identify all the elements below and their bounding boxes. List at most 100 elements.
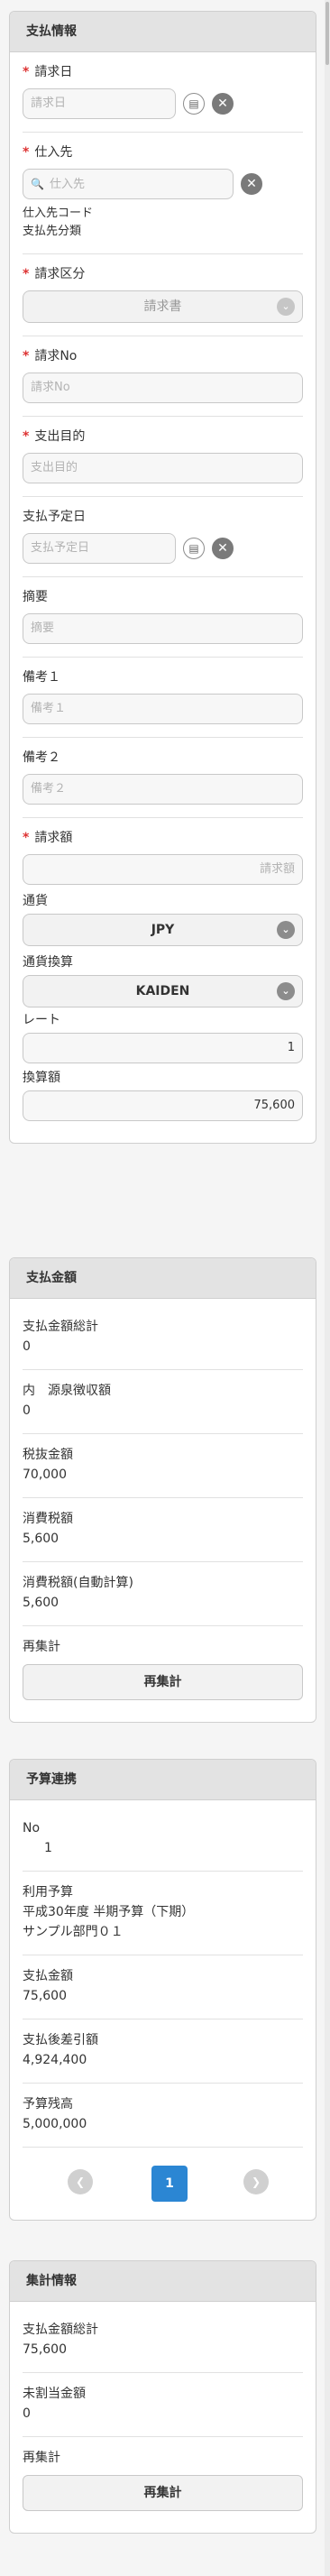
budget-row-label: 予算残高 [23, 2097, 73, 2111]
totals-label: 未割当金額 [23, 2387, 86, 2401]
budget-usage-label: 利用予算 [23, 1885, 73, 1900]
amount-value: 5,600 [23, 1532, 60, 1546]
clear-icon[interactable]: ✕ [241, 173, 262, 195]
note1-input[interactable]: 備考１ [23, 694, 303, 724]
budget-no-label: No [23, 1821, 41, 1835]
search-icon: 🔍 [31, 178, 44, 190]
chevron-down-icon: ⌄ [277, 298, 295, 316]
amount-row: 支払金額総計 0 [23, 1306, 303, 1370]
budget-no-row: No 1 [23, 1808, 303, 1872]
amount-row: 内 源泉徴収額 0 [23, 1370, 303, 1434]
payment-info-title: 支払情報 [10, 12, 316, 52]
budget-row-value: 5,000,000 [23, 2117, 87, 2131]
amount-label: 税抜金額 [23, 1448, 73, 1462]
supplier-placeholder: 仕入先 [49, 178, 85, 191]
amount-row: 税抜金額 70,000 [23, 1434, 303, 1498]
chevron-down-icon: ⌄ [277, 921, 295, 939]
calendar-icon[interactable]: ▤ [183, 93, 205, 115]
calendar-icon[interactable]: ▤ [183, 538, 205, 559]
supplier-search-input[interactable]: 🔍 仕入先 [23, 169, 234, 199]
note2-label: 備考２ [23, 750, 60, 765]
budget-row: 支払後差引額 4,924,400 [23, 2019, 303, 2084]
totals-title: 集計情報 [10, 2261, 316, 2302]
page-number-button[interactable]: 1 [151, 2166, 188, 2202]
amount-row: 消費税額 5,600 [23, 1498, 303, 1562]
invoice-type-select[interactable]: 請求書 ⌄ [23, 290, 303, 323]
invoice-amount-row: * 請求額 請求額 通貨 JPY ⌄ 通貨換算 KAIDEN ⌄ レート 1 換算額 … [23, 818, 303, 1134]
amount-label: 支払金額総計 [23, 1320, 98, 1334]
note1-label: 備考１ [23, 670, 60, 685]
amount-value: 5,600 [23, 1596, 60, 1610]
note2-input[interactable]: 備考２ [23, 774, 303, 805]
invoice-date-row: * 請求日 請求日 ▤ ✕ [23, 52, 303, 133]
currency-value: JPY [151, 923, 175, 937]
scheduled-date-label: 支払予定日 [23, 510, 86, 524]
invoice-amount-input[interactable]: 請求額 [23, 854, 303, 885]
rate-input[interactable]: 1 [23, 1033, 303, 1063]
required-icon: * [23, 831, 30, 845]
rate-label: レート [23, 1013, 60, 1027]
budget-usage-name: 平成30年度 半期予算（下期） [23, 1905, 195, 1919]
recalc-button[interactable]: 再集計 [23, 1664, 303, 1700]
invoice-no-label: 請求No [34, 349, 78, 363]
supplier-code-label: 仕入先コード [23, 207, 94, 220]
invoice-no-row: * 請求No 請求No [23, 336, 303, 417]
clear-icon[interactable]: ✕ [212, 93, 234, 115]
pagination: ❮ 1 ❯ [23, 2148, 303, 2220]
invoice-type-row: * 請求区分 請求書 ⌄ [23, 254, 303, 336]
summary-label: 摘要 [23, 590, 48, 604]
invoice-no-input[interactable]: 請求No [23, 373, 303, 403]
supplier-label: 仕入先 [34, 145, 73, 160]
amount-row: 消費税額(自動計算) 5,600 [23, 1562, 303, 1626]
conversion-select[interactable]: KAIDEN ⌄ [23, 975, 303, 1007]
budget-row-value: 75,600 [23, 1989, 67, 2003]
scrollbar-thumb[interactable] [325, 2, 329, 65]
supplier-category-label: 支払先分類 [23, 225, 82, 238]
totals-recalc-label: 再集計 [23, 2451, 60, 2465]
amount-value: 0 [23, 1339, 31, 1354]
purpose-row: * 支出目的 支出目的 [23, 417, 303, 497]
amount-label: 内 源泉徴収額 [23, 1384, 111, 1398]
required-icon: * [23, 429, 30, 444]
required-icon: * [23, 267, 30, 281]
converted-amount-input[interactable]: 75,600 [23, 1090, 303, 1121]
prev-page-icon[interactable]: ❮ [68, 2169, 93, 2194]
required-icon: * [23, 349, 30, 363]
summary-input[interactable]: 摘要 [23, 613, 303, 644]
invoice-type-label: 請求区分 [34, 267, 86, 281]
totals-recalc-button[interactable]: 再集計 [23, 2475, 303, 2511]
currency-select[interactable]: JPY ⌄ [23, 914, 303, 946]
totals-row: 支払金額総計 75,600 [23, 2309, 303, 2373]
budget-row: 予算残高 5,000,000 [23, 2084, 303, 2148]
payment-amount-title: 支払金額 [10, 1258, 316, 1299]
budget-usage-row: 利用予算 平成30年度 半期予算（下期） サンプル部門０１ [23, 1872, 303, 1955]
payment-info-panel: 支払情報 * 請求日 請求日 ▤ ✕ * 仕入先 🔍 仕入先 ✕ 仕入先コード 支払先分類 … [9, 11, 316, 1144]
amount-value: 70,000 [23, 1467, 67, 1482]
budget-row-label: 支払金額 [23, 1969, 73, 1983]
conversion-value: KAIDEN [135, 984, 190, 998]
conversion-label: 通貨換算 [23, 955, 73, 970]
budget-panel: 予算連携 No 1 利用予算 平成30年度 半期予算（下期） サンプル部門０１ … [9, 1759, 316, 2221]
budget-title: 予算連携 [10, 1760, 316, 1800]
scheduled-date-input[interactable]: 支払予定日 [23, 533, 176, 564]
budget-no-value: 1 [44, 1841, 52, 1855]
invoice-amount-label: 請求額 [34, 831, 73, 845]
invoice-date-label: 請求日 [34, 65, 73, 79]
chevron-down-icon: ⌄ [277, 982, 295, 1000]
invoice-type-value: 請求書 [143, 299, 182, 314]
totals-value: 0 [23, 2406, 31, 2421]
amount-value: 0 [23, 1403, 31, 1418]
purpose-input[interactable]: 支出目的 [23, 453, 303, 483]
totals-value: 75,600 [23, 2342, 67, 2357]
budget-row: 支払金額 75,600 [23, 1955, 303, 2019]
recalc-label: 再集計 [23, 1640, 60, 1654]
summary-row: 摘要 摘要 [23, 577, 303, 658]
scrollbar[interactable] [325, 0, 330, 2576]
amount-label: 消費税額(自動計算) [23, 1576, 133, 1590]
clear-icon[interactable]: ✕ [212, 538, 234, 559]
invoice-date-input[interactable]: 請求日 [23, 88, 176, 119]
next-page-icon[interactable]: ❯ [243, 2169, 269, 2194]
amount-label: 消費税額 [23, 1512, 73, 1526]
totals-panel: 集計情報 支払金額総計 75,600 未割当金額 0 再集計 再集計 [9, 2260, 316, 2534]
payment-amount-panel: 支払金額 支払金額総計 0 内 源泉徴収額 0 税抜金額 70,000 消費税額… [9, 1257, 316, 1723]
